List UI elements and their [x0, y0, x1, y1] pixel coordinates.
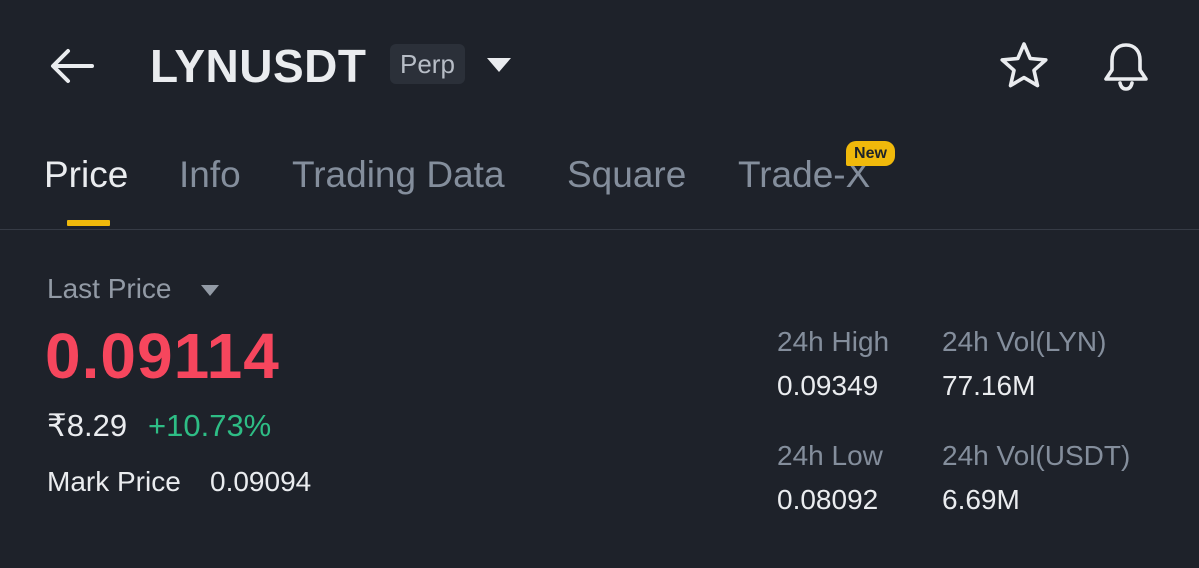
- star-icon: [1000, 42, 1048, 88]
- contract-type-badge: Perp: [390, 44, 465, 84]
- tab-info[interactable]: Info: [179, 152, 241, 198]
- tab-square[interactable]: Square: [567, 152, 686, 198]
- 24h-vol-quote-label: 24h Vol(USDT): [942, 440, 1131, 471]
- symbol-dropdown-button[interactable]: [485, 54, 513, 76]
- 24h-vol-base-label: 24h Vol(LYN): [942, 326, 1107, 357]
- market-detail-screen: LYNUSDT Perp Price Info Trading Data Squ…: [0, 0, 1199, 568]
- back-button[interactable]: [44, 40, 100, 92]
- symbol-title[interactable]: LYNUSDT: [150, 36, 367, 96]
- arrow-left-icon: [51, 49, 94, 83]
- 24h-vol-base-value: 77.16M: [942, 370, 1036, 401]
- active-tab-indicator: [67, 220, 110, 226]
- 24h-vol-quote-value: 6.69M: [942, 484, 1020, 515]
- favorite-button[interactable]: [996, 38, 1052, 94]
- 24h-high-value: 0.09349: [777, 370, 879, 401]
- last-price-selector[interactable]: Last Price: [47, 272, 172, 306]
- caret-down-icon: [487, 58, 511, 72]
- last-price-dropdown[interactable]: [199, 282, 221, 298]
- mark-price-value: 0.09094: [210, 466, 312, 497]
- fiat-price-value: ₹8.29: [47, 408, 128, 443]
- 24h-high-label: 24h High: [777, 326, 890, 357]
- tab-trading-data[interactable]: Trading Data: [292, 152, 505, 198]
- price-alert-button[interactable]: [1098, 38, 1154, 94]
- 24h-low-value: 0.08092: [777, 484, 879, 515]
- tab-price[interactable]: Price: [44, 152, 128, 198]
- tab-bar: Price Info Trading Data Square Trade-X N…: [0, 140, 1199, 230]
- 24h-low-label: 24h Low: [777, 440, 883, 471]
- new-badge: New: [846, 141, 895, 166]
- caret-down-icon: [201, 285, 219, 296]
- mark-price-label: Mark Price: [47, 466, 181, 497]
- price-change-percent: +10.73%: [148, 408, 272, 443]
- bell-icon: [1104, 43, 1148, 91]
- last-price-value: 0.09114: [45, 320, 280, 392]
- top-bar: LYNUSDT Perp: [0, 0, 1199, 130]
